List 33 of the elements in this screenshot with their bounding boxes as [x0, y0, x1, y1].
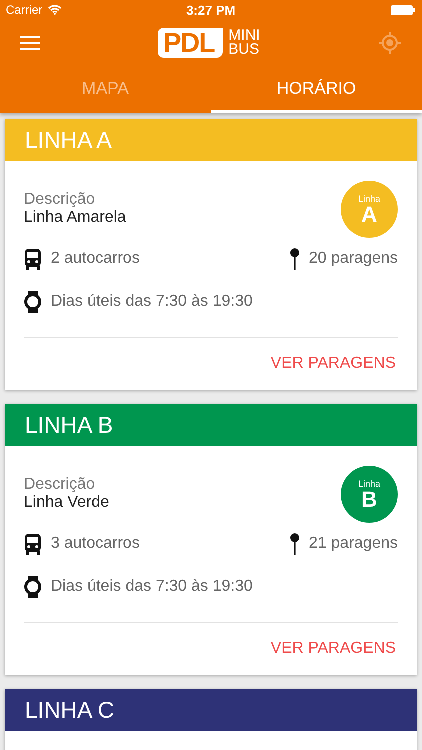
watch-icon [24, 291, 42, 313]
pin-icon [290, 248, 300, 270]
schedule-text: Dias úteis das 7:30 às 19:30 [51, 578, 253, 596]
description-text: Linha Amarela [24, 209, 126, 227]
logo-subtitle: MINI [228, 29, 260, 43]
description-label: Descrição [24, 476, 96, 494]
carrier-text: Carrier [6, 3, 43, 17]
line-title: LINHA C [25, 696, 114, 724]
description-text: Linha Verde [24, 494, 110, 512]
logo-text: PDL [158, 28, 223, 58]
battery-icon [391, 4, 416, 16]
menu-icon[interactable] [20, 36, 40, 50]
logo-subtitle: BUS [228, 43, 260, 57]
line-badge: Linha A [341, 181, 398, 238]
bus-icon [24, 248, 42, 270]
line-title: LINHA B [25, 412, 114, 438]
stop-count: 20 paragens [309, 250, 398, 268]
bus-count: 2 autocarros [51, 250, 140, 268]
view-stops-button[interactable]: VER PARAGENS [268, 640, 398, 658]
tab[interactable]: MAPA [0, 66, 211, 113]
wifi-icon [48, 5, 62, 15]
stop-count: 21 paragens [309, 535, 398, 553]
status-time: 3:27 PM [186, 2, 236, 18]
line-badge: Linha B [341, 466, 398, 523]
schedule-text: Dias úteis das 7:30 às 19:30 [51, 293, 253, 311]
bus-count: 3 autocarros [51, 535, 140, 553]
watch-icon [24, 576, 42, 598]
pin-icon [290, 533, 300, 555]
tab[interactable]: HORÁRIO [211, 66, 422, 113]
bus-icon [24, 534, 42, 554]
view-stops-button[interactable]: VER PARAGENS [268, 355, 398, 373]
description-label: Descrição [24, 191, 96, 209]
line-title: LINHA A [25, 126, 112, 154]
